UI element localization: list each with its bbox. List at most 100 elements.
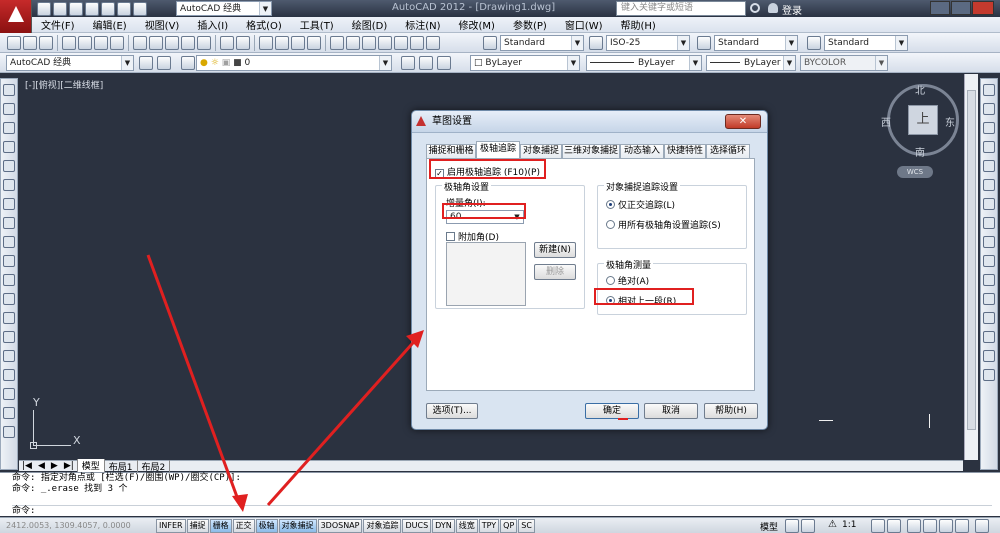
tab-object-snap[interactable]: 对象捕捉 (520, 144, 562, 158)
login-link[interactable]: 登录 (782, 2, 802, 17)
print-icon[interactable] (101, 1, 115, 16)
menu-help[interactable]: 帮助(H) (612, 17, 665, 32)
ellipse-icon[interactable] (3, 255, 15, 267)
status-toggle-12[interactable]: QP (500, 518, 518, 533)
status-toggle-13[interactable]: SC (518, 518, 535, 533)
additional-angles-list[interactable] (446, 242, 526, 306)
tab-quick-properties[interactable]: 快捷特性 (664, 144, 706, 158)
workspace-settings-icon[interactable] (139, 55, 153, 70)
markup-icon[interactable] (394, 35, 408, 50)
minimize-icon[interactable] (930, 1, 950, 15)
ok-button[interactable]: 确定 (585, 403, 639, 419)
options-button[interactable]: 选项(T)... (426, 403, 478, 419)
layer-manager-icon[interactable] (181, 55, 195, 70)
construction-line-icon[interactable] (3, 103, 15, 115)
scale-icon[interactable] (983, 217, 995, 229)
menu-insert[interactable]: 插入(I) (188, 17, 237, 32)
prev-tab-arrow-icon[interactable]: ◀ (35, 461, 48, 471)
help-icon[interactable] (426, 35, 440, 50)
print-icon[interactable] (62, 35, 76, 50)
viewcube-north[interactable]: 北 (915, 82, 925, 97)
status-toggle-7[interactable]: 对象追踪 (363, 518, 402, 533)
workspace-select[interactable]: AutoCAD 经典 ▼ (176, 1, 272, 16)
design-center-icon[interactable] (346, 35, 360, 50)
arc-icon[interactable] (3, 179, 15, 191)
undo-icon[interactable] (220, 35, 234, 50)
revcloud-icon[interactable] (3, 217, 15, 229)
viewcube-south[interactable]: 南 (915, 144, 925, 159)
rectangle-icon[interactable] (3, 160, 15, 172)
viewcube-east[interactable]: 东 (945, 114, 955, 129)
dim-style-icon[interactable] (589, 35, 603, 50)
new-angle-button[interactable]: 新建(N) (534, 242, 576, 258)
lock-icon[interactable] (923, 519, 937, 533)
copy-icon[interactable] (149, 35, 163, 50)
first-tab-arrow-icon[interactable]: |◀ (19, 461, 35, 471)
menu-format[interactable]: 格式(O) (237, 17, 291, 32)
clean-screen-icon[interactable] (975, 519, 989, 533)
tab-3d-object-snap[interactable]: 三维对象捕捉 (562, 144, 620, 158)
match-properties-icon[interactable] (181, 35, 195, 50)
stretch-icon[interactable] (983, 236, 995, 248)
tab-polar-tracking[interactable]: 极轴追踪 (476, 141, 520, 158)
publish-icon[interactable] (94, 35, 108, 50)
line-icon[interactable] (3, 84, 15, 96)
right-scrollbar[interactable] (964, 74, 978, 460)
copy-object-icon[interactable] (983, 103, 995, 115)
polygon-icon[interactable] (3, 141, 15, 153)
saveas-icon[interactable] (85, 1, 99, 16)
drawing-line[interactable] (819, 420, 833, 421)
tab-layout1[interactable]: 布局1 (105, 459, 138, 473)
model-button[interactable]: 模型 (760, 520, 778, 533)
redo-icon[interactable] (236, 35, 250, 50)
menu-modify[interactable]: 修改(M) (450, 17, 504, 32)
chamfer-icon[interactable] (983, 331, 995, 343)
annotation-scale[interactable]: 1:1 (842, 520, 856, 530)
status-toggle-0[interactable]: INFER (156, 518, 186, 533)
annotation-autoscale-icon[interactable] (887, 519, 901, 533)
scroll-thumb[interactable] (967, 90, 976, 430)
tab-dynamic-input[interactable]: 动态输入 (620, 144, 664, 158)
pan-icon[interactable] (259, 35, 273, 50)
mtext-icon[interactable] (3, 426, 15, 438)
last-tab-arrow-icon[interactable]: ▶| (61, 461, 77, 471)
dim-style-select[interactable]: ISO-25 ▼ (606, 35, 690, 51)
menu-parametric[interactable]: 参数(P) (504, 17, 556, 32)
status-toggle-2[interactable]: 栅格 (209, 518, 232, 533)
polyline-icon[interactable] (3, 122, 15, 134)
search-box[interactable]: 键入关键字或短语 (616, 1, 746, 16)
hardware-acceleration-icon[interactable] (939, 519, 953, 533)
block-editor-icon[interactable] (197, 35, 211, 50)
ellipse-arc-icon[interactable] (3, 274, 15, 286)
workspace-toggle-icon[interactable] (157, 55, 171, 70)
cut-icon[interactable] (133, 35, 147, 50)
redo-icon[interactable] (133, 1, 147, 16)
menu-view[interactable]: 视图(V) (136, 17, 189, 32)
layer-select[interactable]: ● ☼ ▣ ■ 0 ▼ (196, 55, 392, 71)
app-logo[interactable] (0, 0, 32, 33)
undo-icon[interactable] (117, 1, 131, 16)
delete-angle-button[interactable]: 删除 (534, 264, 576, 280)
region-icon[interactable] (3, 388, 15, 400)
all-polar-radio[interactable]: 用所有极轴角设置追踪(S) (606, 218, 721, 231)
menu-file[interactable]: 文件(F) (32, 17, 84, 32)
maximize-icon[interactable] (951, 1, 971, 15)
dialog-title-bar[interactable]: 草图设置 ✕ (412, 111, 767, 133)
close-icon[interactable]: ✕ (725, 114, 761, 129)
join-icon[interactable] (983, 312, 995, 324)
mirror-icon[interactable] (983, 122, 995, 134)
spline-icon[interactable] (3, 236, 15, 248)
lineweight-select[interactable]: ByLayer ▼ (706, 55, 796, 71)
quick-view-layouts-icon[interactable] (785, 519, 799, 533)
text-style-select[interactable]: Standard ▼ (500, 35, 584, 51)
status-toggle-1[interactable]: 捕捉 (186, 518, 209, 533)
zoom-realtime-icon[interactable] (275, 35, 289, 50)
menu-edit[interactable]: 编辑(E) (84, 17, 136, 32)
help-button[interactable]: 帮助(H) (704, 403, 758, 419)
sheet-set-icon[interactable] (378, 35, 392, 50)
break-icon[interactable] (983, 293, 995, 305)
open-icon[interactable] (23, 35, 37, 50)
offset-icon[interactable] (983, 141, 995, 153)
viewport-label[interactable]: [-][俯视][二维线框] (25, 78, 103, 91)
menu-tools[interactable]: 工具(T) (291, 17, 343, 32)
